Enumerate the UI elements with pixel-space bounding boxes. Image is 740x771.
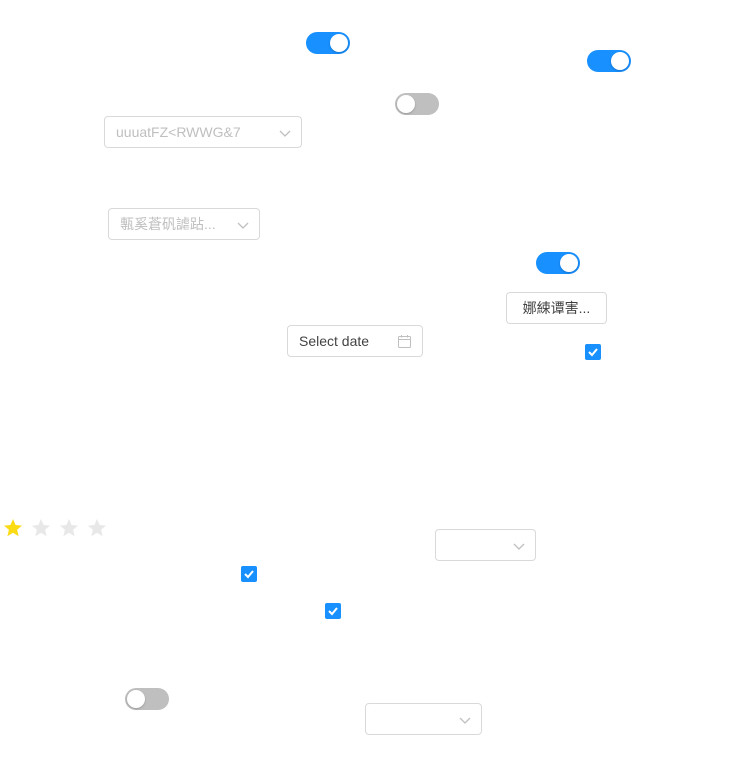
date-picker-placeholder: Select date [299,333,370,349]
checkbox-2[interactable] [241,566,257,582]
select-value: 甎奚蒼矾謔跕... [120,216,216,232]
chevron-down-icon [459,717,471,724]
star-icon[interactable] [31,518,51,538]
chevron-down-icon [237,222,249,229]
select-dropdown-2[interactable]: 甎奚蒼矾謔跕... [108,208,260,240]
checkmark-icon [244,570,254,579]
checkbox-3[interactable] [325,603,341,619]
checkmark-icon [328,607,338,616]
checkmark-icon [588,348,598,357]
toggle-switch-4[interactable] [536,252,580,274]
date-picker[interactable]: Select date [287,325,423,357]
select-dropdown-4[interactable] [365,703,482,735]
switch-knob [127,690,145,708]
toggle-switch-1[interactable] [306,32,350,54]
switch-knob [560,254,578,272]
star-icon[interactable] [87,518,107,538]
toggle-switch-5[interactable] [125,688,169,710]
select-value: uuuatFZ<RWWG&7 [116,124,241,140]
select-dropdown-1[interactable]: uuuatFZ<RWWG&7 [104,116,302,148]
calendar-icon [398,335,411,348]
toggle-switch-2[interactable] [587,50,631,72]
chevron-down-icon [513,543,525,550]
switch-knob [611,52,629,70]
action-button[interactable]: 娜綀谭害... [506,292,607,324]
switch-knob [397,95,415,113]
checkbox-1[interactable] [585,344,601,360]
chevron-down-icon [279,130,291,137]
select-dropdown-3[interactable] [435,529,536,561]
toggle-switch-3[interactable] [395,93,439,115]
star-rating [3,518,107,538]
switch-knob [330,34,348,52]
star-icon[interactable] [59,518,79,538]
star-icon-filled[interactable] [3,518,23,538]
